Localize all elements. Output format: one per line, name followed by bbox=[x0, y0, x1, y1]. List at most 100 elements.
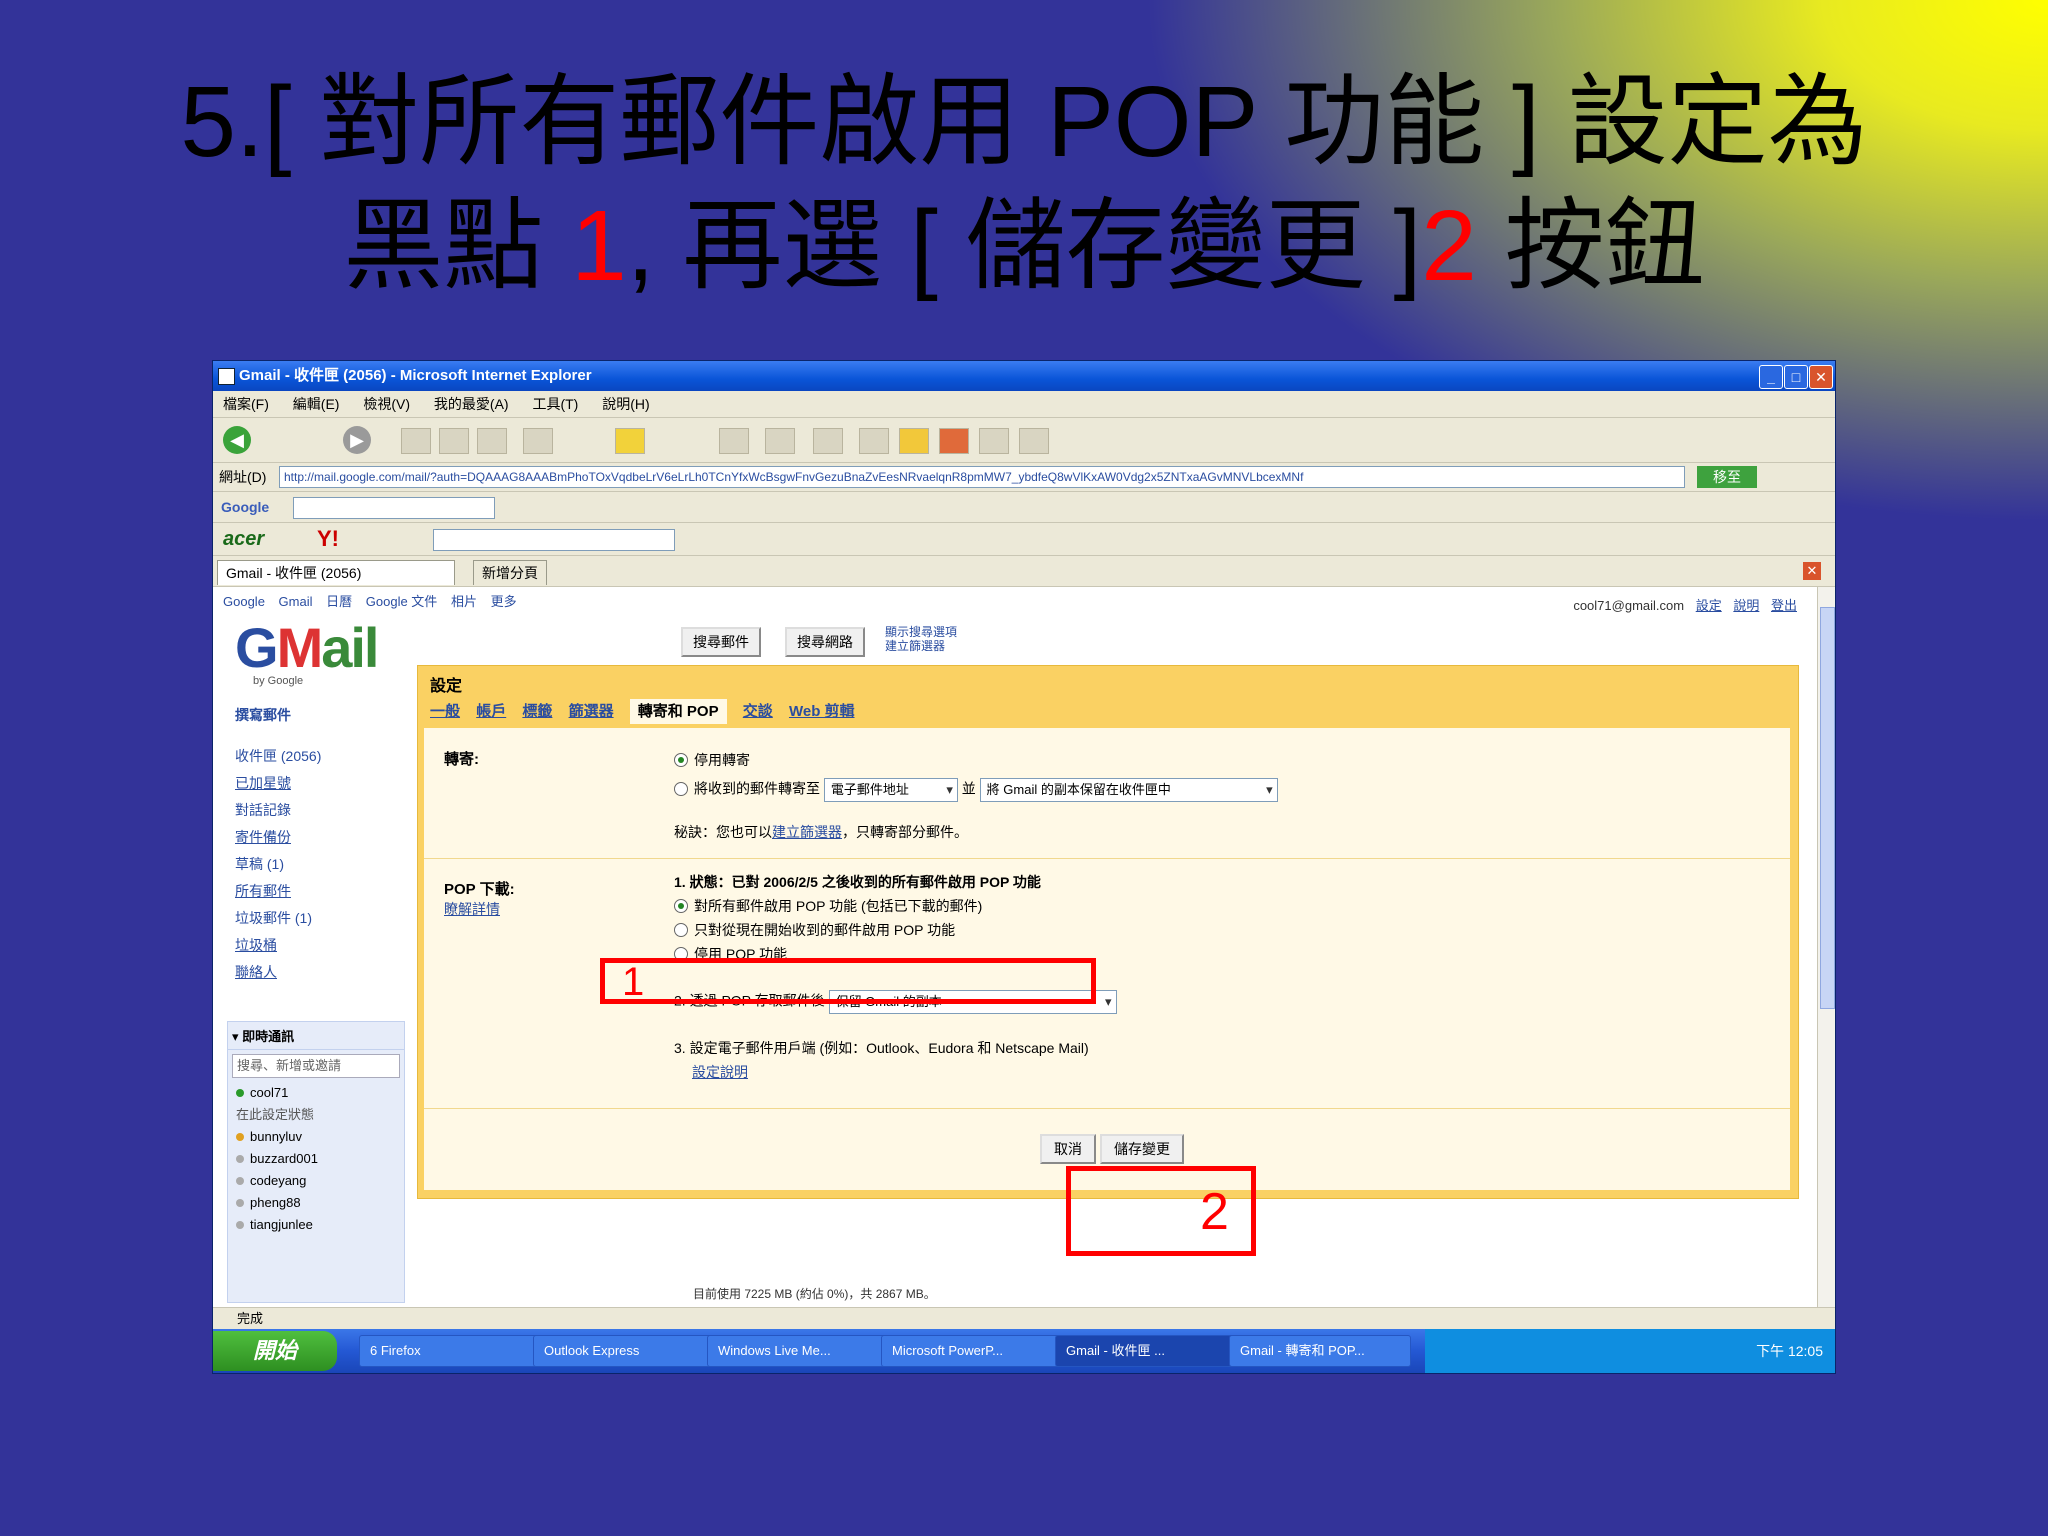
window-titlebar[interactable]: Gmail - 收件匣 (2056) - Microsoft Internet … bbox=[213, 361, 1835, 391]
task-gmail-inbox[interactable]: Gmail - 收件匣 ... bbox=[1055, 1335, 1237, 1367]
menu-view[interactable]: 檢視(V) bbox=[363, 396, 410, 412]
menu-tools[interactable]: 工具(T) bbox=[532, 396, 578, 412]
tab-chat[interactable]: 交談 bbox=[743, 703, 773, 720]
address-input[interactable]: http://mail.google.com/mail/?auth=DQAAAG… bbox=[279, 466, 1685, 488]
forwarding-on-radio[interactable] bbox=[674, 781, 688, 796]
home-icon[interactable] bbox=[477, 428, 507, 454]
compose-link[interactable]: 撰寫郵件 bbox=[235, 705, 415, 725]
forward-icon[interactable]: ▶ bbox=[343, 426, 371, 454]
close-tab-icon[interactable]: ✕ bbox=[1803, 562, 1821, 580]
messenger-icon[interactable] bbox=[1019, 428, 1049, 454]
nav-sent[interactable]: 寄件備份 bbox=[235, 824, 415, 851]
gmail-logo[interactable]: GMail bbox=[235, 615, 379, 680]
refresh-icon[interactable] bbox=[439, 428, 469, 454]
save-changes-button[interactable]: 儲存變更 bbox=[1100, 1134, 1184, 1164]
pop-all-option[interactable]: 對所有郵件啟用 POP 功能 (包括已下載的郵件) bbox=[674, 896, 982, 916]
menu-edit[interactable]: 編輯(E) bbox=[293, 396, 340, 412]
create-filter-link[interactable]: 建立篩選器 bbox=[885, 639, 945, 653]
yahoo-search-input[interactable] bbox=[433, 529, 675, 551]
tab-labels[interactable]: 標籤 bbox=[522, 703, 552, 720]
folder-icon[interactable] bbox=[899, 428, 929, 454]
nav-contacts[interactable]: 聯絡人 bbox=[235, 959, 415, 986]
show-search-options-link[interactable]: 顯示搜尋選項 bbox=[885, 625, 957, 639]
tab-general[interactable]: 一般 bbox=[430, 703, 460, 720]
vertical-scrollbar[interactable] bbox=[1817, 587, 1835, 1307]
chat-contact[interactable]: buzzard001 bbox=[228, 1148, 404, 1170]
pop-all-radio[interactable] bbox=[674, 899, 688, 913]
pop-learn-more-link[interactable]: 瞭解詳情 bbox=[444, 899, 515, 919]
storage-note: 目前使用 7225 MB (約佔 0%)，共 2867 MB。 bbox=[693, 1287, 936, 1301]
forwarding-on-option[interactable]: 將收到的郵件轉寄至 電子郵件地址 並 將 Gmail 的副本保留在收件匣中 bbox=[674, 778, 1278, 802]
menu-help[interactable]: 說明(H) bbox=[602, 396, 649, 412]
keep-copy-select[interactable]: 將 Gmail 的副本保留在收件匣中 bbox=[979, 778, 1278, 802]
edit-icon[interactable] bbox=[859, 428, 889, 454]
mail-icon[interactable] bbox=[765, 428, 795, 454]
tab-filters[interactable]: 篩選器 bbox=[569, 703, 614, 720]
google-toolbar-search[interactable] bbox=[293, 497, 495, 519]
pop-new-radio[interactable] bbox=[674, 923, 688, 937]
cancel-button[interactable]: 取消 bbox=[1040, 1134, 1096, 1164]
chat-contact[interactable]: bunnyluv bbox=[228, 1126, 404, 1148]
favorites-star-icon[interactable] bbox=[615, 428, 645, 454]
tab-accounts[interactable]: 帳戶 bbox=[476, 703, 506, 720]
help-link[interactable]: 說明 bbox=[1733, 598, 1759, 613]
settings-link[interactable]: 設定 bbox=[1696, 598, 1722, 613]
forwarding-off-option[interactable]: 停用轉寄 bbox=[674, 750, 750, 770]
online-dot-icon bbox=[236, 1089, 244, 1097]
task-powerpoint[interactable]: Microsoft PowerP... bbox=[881, 1335, 1063, 1367]
nav-chats[interactable]: 對話記錄 bbox=[235, 797, 415, 824]
nav-inbox[interactable]: 收件匣 (2056) bbox=[235, 743, 415, 770]
chat-search-input[interactable]: 搜尋、新增或邀請 bbox=[232, 1054, 400, 1078]
task-outlook[interactable]: Outlook Express bbox=[533, 1335, 715, 1367]
calculator-icon[interactable] bbox=[979, 428, 1009, 454]
maximize-icon[interactable]: □ bbox=[1784, 365, 1808, 389]
forwarding-section: 轉寄: 停用轉寄 將收到的郵件轉寄至 電子郵件地址 並 將 Gmail 的副本保… bbox=[424, 728, 1790, 859]
top-link-photos[interactable]: 相片 bbox=[451, 594, 477, 609]
forwarding-off-radio[interactable] bbox=[674, 753, 688, 767]
search-mail-button[interactable]: 搜尋郵件 bbox=[681, 627, 761, 657]
chat-contact[interactable]: tiangjunlee bbox=[228, 1214, 404, 1236]
tab-web-clips[interactable]: Web 剪輯 bbox=[789, 703, 855, 720]
create-filter-tip-link[interactable]: 建立篩選器 bbox=[772, 824, 842, 840]
task-gmail-pop[interactable]: Gmail - 轉寄和 POP... bbox=[1229, 1335, 1411, 1367]
tab-new[interactable]: 新增分頁 bbox=[473, 560, 547, 585]
signout-link[interactable]: 登出 bbox=[1771, 598, 1797, 613]
top-link-docs[interactable]: Google 文件 bbox=[366, 594, 438, 609]
print-icon[interactable] bbox=[813, 428, 843, 454]
nav-drafts[interactable]: 草稿 (1) bbox=[235, 851, 415, 878]
top-link-calendar[interactable]: 日曆 bbox=[326, 594, 352, 609]
search-icon[interactable] bbox=[523, 428, 553, 454]
top-link-google[interactable]: Google bbox=[223, 594, 265, 609]
start-button[interactable]: 開始 bbox=[213, 1331, 337, 1371]
pop-config-link[interactable]: 設定說明 bbox=[692, 1064, 748, 1080]
tab-forwarding-pop[interactable]: 轉寄和 POP bbox=[629, 699, 727, 724]
chat-contact[interactable]: pheng88 bbox=[228, 1192, 404, 1214]
go-button[interactable]: 移至 bbox=[1697, 466, 1757, 488]
menu-favorites[interactable]: 我的最愛(A) bbox=[434, 396, 509, 412]
close-icon[interactable]: ✕ bbox=[1809, 365, 1833, 389]
settings-tabs: 一般 帳戶 標籤 篩選器 轉寄和 POP 交談 Web 剪輯 bbox=[430, 699, 867, 724]
chat-me[interactable]: cool71 bbox=[228, 1082, 404, 1104]
back-icon[interactable]: ◀ bbox=[223, 426, 251, 454]
scrollbar-thumb[interactable] bbox=[1820, 607, 1835, 1009]
search-web-button[interactable]: 搜尋網路 bbox=[785, 627, 865, 657]
pop-new-option[interactable]: 只對從現在開始收到的郵件啟用 POP 功能 bbox=[674, 920, 955, 940]
nav-all-mail[interactable]: 所有郵件 bbox=[235, 878, 415, 905]
tab-gmail[interactable]: Gmail - 收件匣 (2056) bbox=[217, 560, 455, 585]
chat-status[interactable]: 在此設定狀態 bbox=[228, 1104, 404, 1126]
minimize-icon[interactable]: _ bbox=[1759, 365, 1783, 389]
nav-spam[interactable]: 垃圾郵件 (1) bbox=[235, 905, 415, 932]
forward-address-input[interactable]: 電子郵件地址 bbox=[823, 778, 958, 802]
task-messenger[interactable]: Windows Live Me... bbox=[707, 1335, 889, 1367]
research-icon[interactable] bbox=[939, 428, 969, 454]
task-firefox[interactable]: 6 Firefox bbox=[359, 1335, 541, 1367]
history-icon[interactable] bbox=[719, 428, 749, 454]
top-link-gmail[interactable]: Gmail bbox=[279, 594, 313, 609]
stop-icon[interactable] bbox=[401, 428, 431, 454]
nav-trash[interactable]: 垃圾桶 bbox=[235, 932, 415, 959]
chat-contact[interactable]: codeyang bbox=[228, 1170, 404, 1192]
top-link-more[interactable]: 更多 bbox=[491, 594, 517, 609]
chat-header[interactable]: ▾ 即時通訊 bbox=[228, 1022, 404, 1050]
nav-starred[interactable]: 已加星號 bbox=[235, 770, 415, 797]
menu-file[interactable]: 檔案(F) bbox=[223, 396, 269, 412]
